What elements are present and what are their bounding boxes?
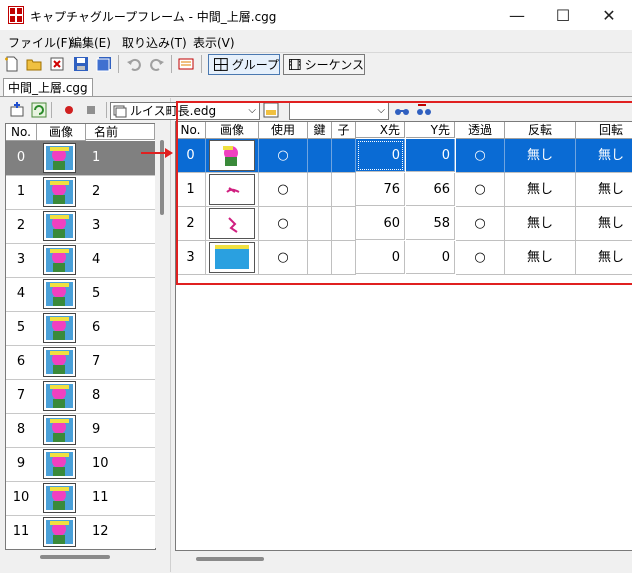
frame-thumbnail (43, 313, 76, 343)
frame-thumbnail (43, 279, 76, 309)
film-icon (289, 59, 301, 70)
row-number: 11 (12, 524, 30, 539)
toolbar-separator (51, 102, 52, 118)
highlight-box (176, 101, 632, 285)
frame-name: 6 (92, 320, 101, 335)
refresh-icon[interactable] (31, 102, 47, 118)
frame-name: 10 (92, 456, 109, 471)
frame-name: 3 (92, 218, 101, 233)
right-horizontal-scroll-thumb[interactable] (196, 557, 264, 561)
frame-name: 4 (92, 252, 101, 267)
frame-thumbnail (43, 211, 76, 241)
toolbar-separator (118, 55, 119, 73)
record-icon[interactable] (63, 104, 75, 116)
grid-export-icon[interactable] (178, 56, 194, 72)
undo-icon[interactable] (126, 56, 142, 72)
sequence-button-label: シーケンス (304, 58, 364, 72)
toolbar-separator (171, 55, 172, 73)
row-number: 7 (16, 388, 26, 403)
frame-name: 8 (92, 388, 101, 403)
frame-name: 9 (92, 422, 101, 437)
menu-file[interactable]: ファイル(F) (8, 34, 72, 51)
document-tab[interactable]: 中間_上層.cgg (3, 78, 93, 97)
close-file-icon[interactable] (49, 56, 65, 72)
grid-icon (214, 58, 228, 71)
list-item[interactable]: 01 (6, 141, 155, 176)
list-item[interactable]: 89 (6, 413, 155, 448)
row-number: 2 (16, 218, 26, 233)
file-icon (113, 105, 127, 118)
frame-thumbnail (43, 381, 76, 411)
group-button-label: グループ (231, 58, 279, 72)
frame-name: 2 (92, 184, 101, 199)
new-file-icon[interactable] (4, 56, 20, 72)
column-header-image[interactable]: 画像 (37, 124, 86, 141)
row-number: 10 (12, 490, 30, 505)
sequence-button[interactable]: シーケンス (283, 54, 365, 75)
frame-name: 5 (92, 286, 101, 301)
frame-thumbnail (43, 483, 76, 513)
toolbar-separator (201, 55, 202, 73)
list-item[interactable]: 9 10 (6, 447, 155, 482)
row-number: 0 (16, 150, 26, 165)
frame-thumbnail (43, 245, 76, 275)
frame-thumbnail (43, 415, 76, 445)
row-number: 1 (16, 184, 26, 199)
frame-name: 1 (92, 150, 101, 165)
row-number: 6 (16, 354, 26, 369)
left-horizontal-scroll-thumb[interactable] (40, 555, 110, 559)
panel-splitter[interactable] (170, 98, 174, 572)
list-item[interactable]: 34 (6, 243, 155, 278)
frame-thumbnail (43, 449, 76, 479)
list-item[interactable]: 78 (6, 379, 155, 414)
row-number: 8 (16, 422, 26, 437)
column-header-no[interactable]: No. (6, 124, 37, 141)
minimize-button[interactable]: — (494, 0, 540, 30)
list-item[interactable]: 45 (6, 277, 155, 312)
menu-view[interactable]: 表示(V) (193, 34, 235, 51)
add-frame-icon[interactable] (9, 102, 25, 118)
maximize-button[interactable]: ☐ (540, 0, 586, 30)
column-header-name[interactable]: 名前 (86, 124, 155, 140)
frame-thumbnail (43, 347, 76, 377)
list-item[interactable]: 10 11 (6, 481, 155, 516)
row-number: 4 (16, 286, 26, 301)
row-number: 9 (16, 456, 26, 471)
list-item[interactable]: 56 (6, 311, 155, 346)
stop-icon[interactable] (85, 104, 97, 116)
list-item[interactable]: 11 12 (6, 515, 155, 549)
save-all-icon[interactable] (96, 56, 112, 72)
menu-edit[interactable]: 編集(E) (70, 34, 111, 51)
save-icon[interactable] (73, 56, 89, 72)
app-icon (8, 6, 24, 24)
frame-name: 11 (92, 490, 109, 505)
arrow-right-icon (141, 148, 173, 158)
menu-import[interactable]: 取り込み(T) (122, 34, 187, 51)
row-number: 3 (16, 252, 26, 267)
list-item[interactable]: 67 (6, 345, 155, 380)
list-item[interactable]: 12 (6, 175, 155, 210)
window-title: キャプチャグループフレーム - 中間_上層.cgg (30, 10, 277, 24)
row-number: 5 (16, 320, 26, 335)
redo-icon[interactable] (149, 56, 165, 72)
close-button[interactable]: ✕ (586, 0, 632, 30)
toolbar-separator (106, 102, 107, 118)
group-button[interactable]: グループ (208, 54, 280, 75)
frame-list[interactable]: No. 画像 名前 0 1 1 2 2 3 3 4 4 5 5 6 6 7 7 8 8 9 9 10 10 11 11 12 (5, 123, 156, 550)
list-item[interactable]: 23 (6, 209, 155, 244)
frame-thumbnail (43, 177, 76, 207)
frame-name: 7 (92, 354, 101, 369)
open-folder-icon[interactable] (26, 56, 42, 72)
frame-thumbnail (43, 517, 76, 547)
frame-name: 12 (92, 524, 109, 539)
frame-thumbnail (43, 143, 76, 173)
